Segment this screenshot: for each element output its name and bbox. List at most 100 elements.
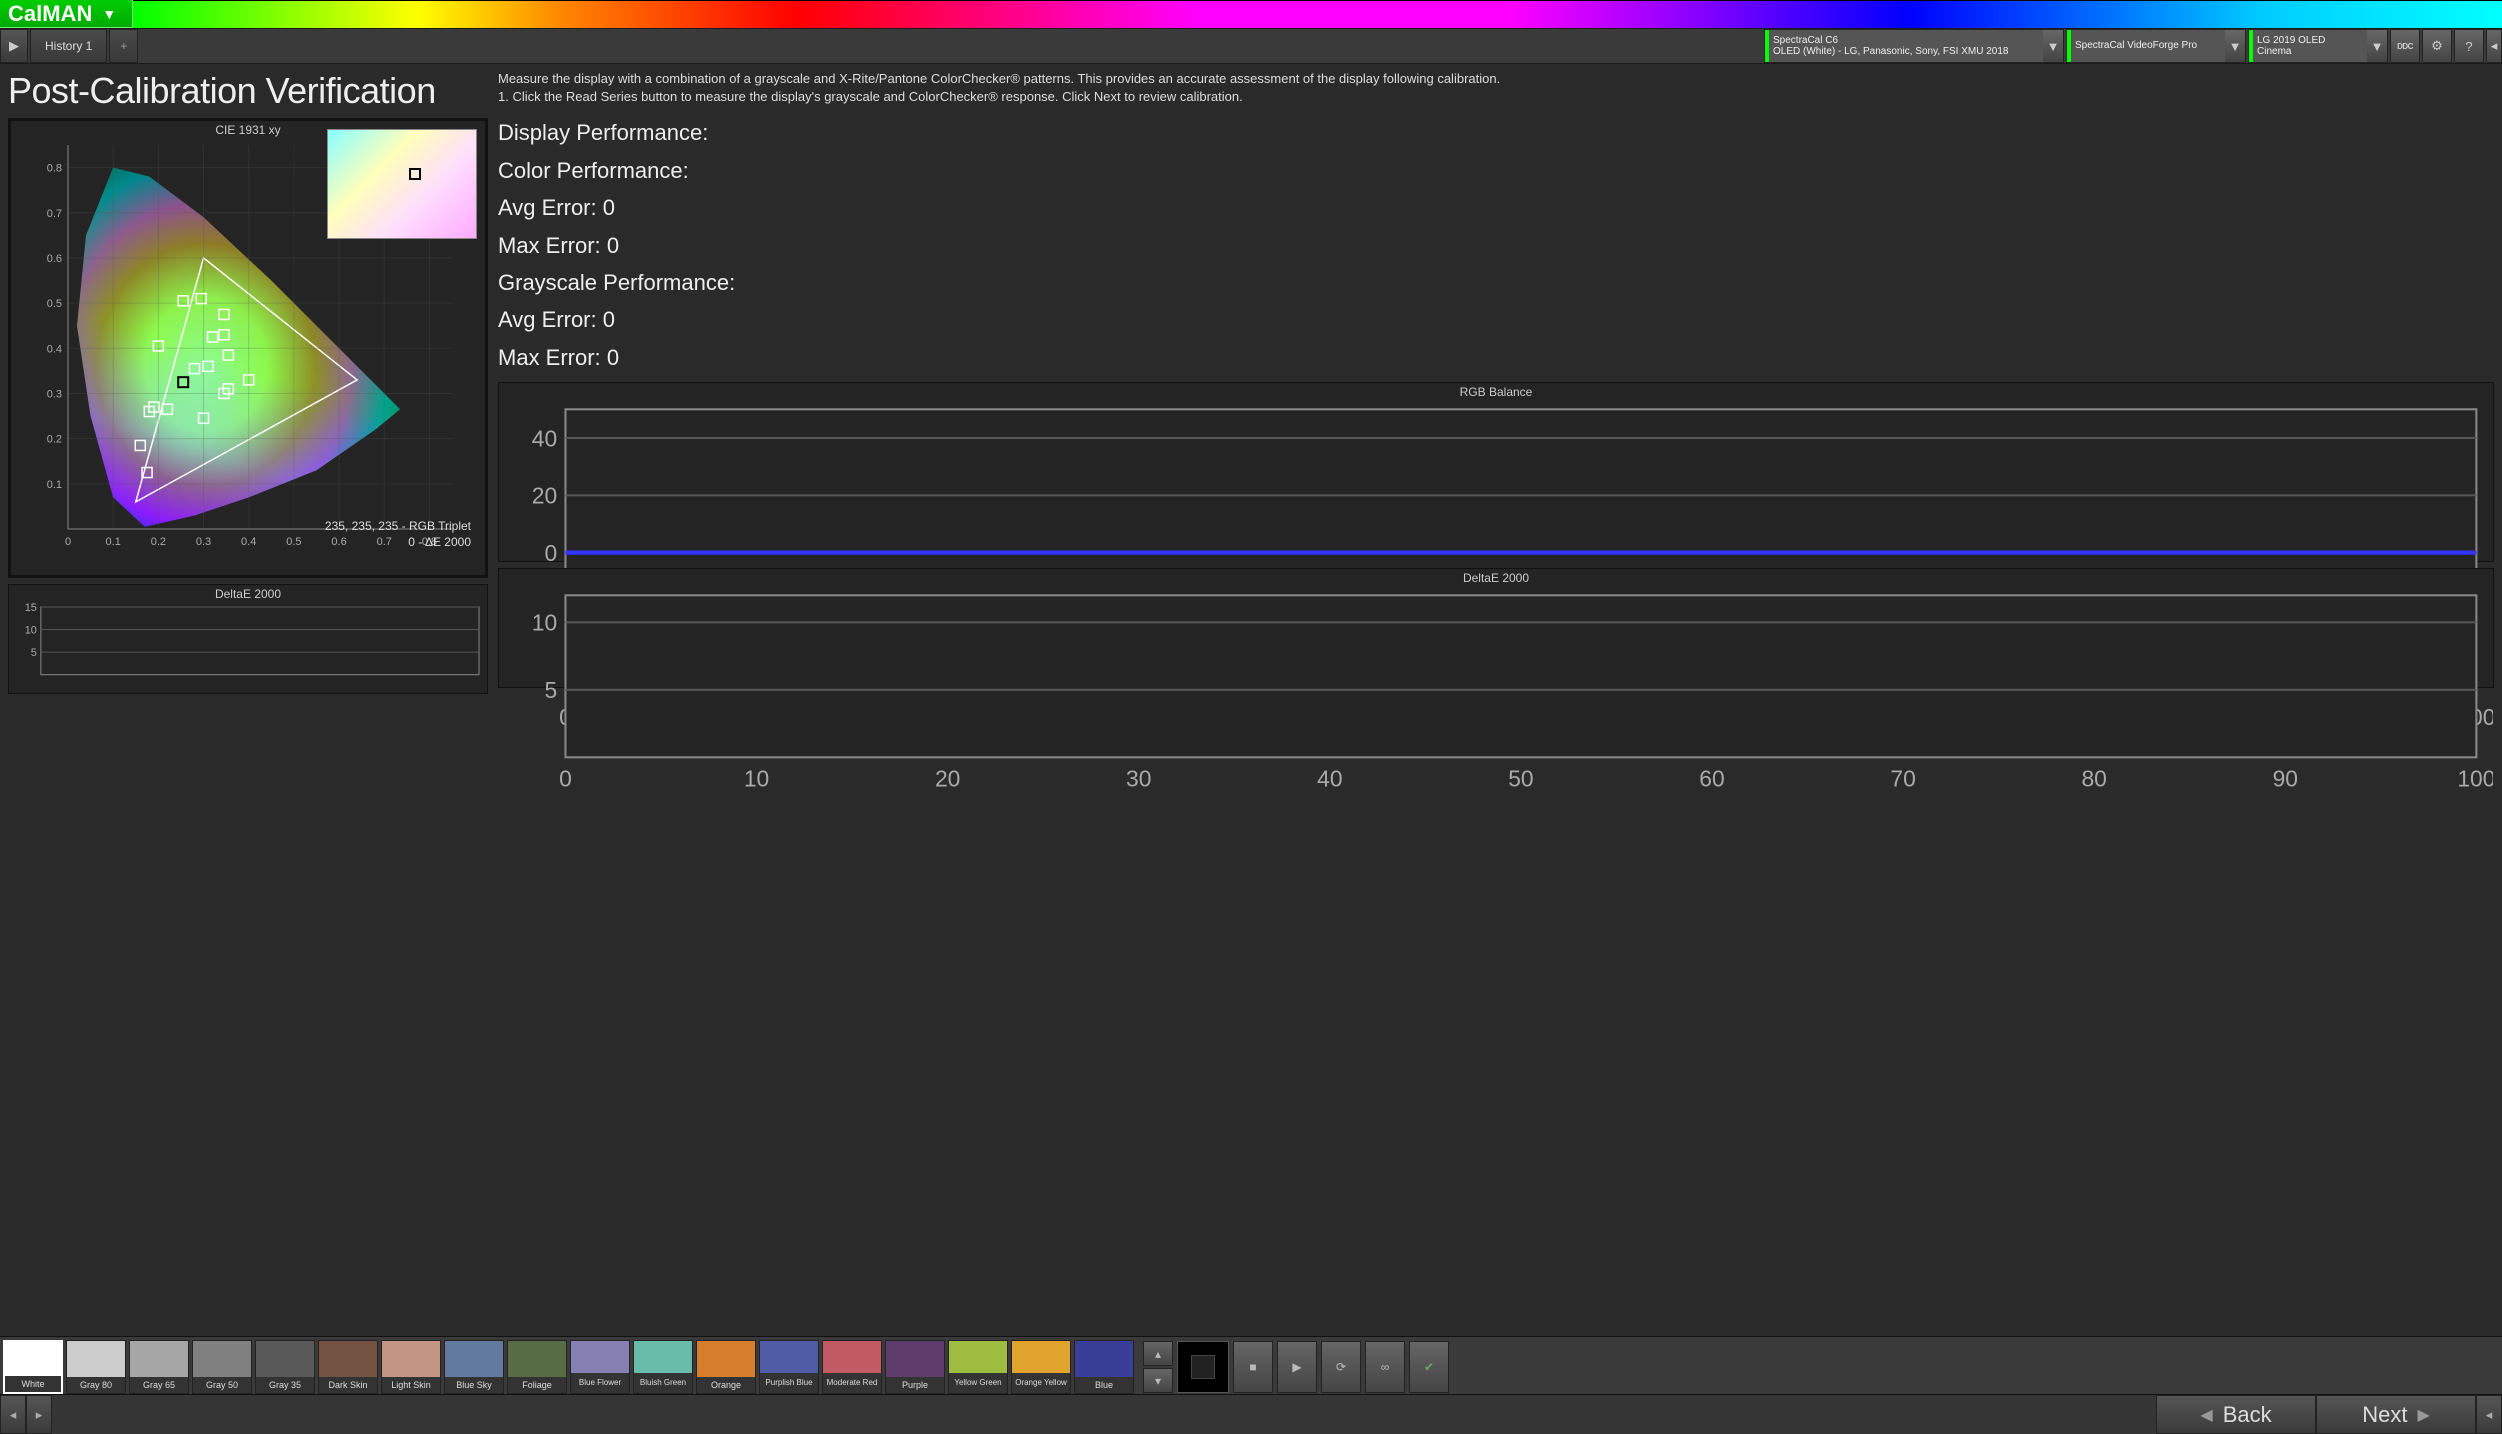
svg-text:0.1: 0.1 bbox=[47, 479, 62, 491]
gs-avg-error-value: 0 bbox=[603, 307, 615, 332]
swatch-label: Blue Flower bbox=[571, 1373, 629, 1393]
swatch-light-skin[interactable]: Light Skin bbox=[381, 1340, 441, 1394]
deltae-left-title: DeltaE 2000 bbox=[9, 585, 487, 603]
settings-button[interactable]: ⚙ bbox=[2422, 29, 2452, 63]
instructions-text: Measure the display with a combination o… bbox=[498, 70, 2494, 106]
swatch-label: Dark Skin bbox=[319, 1377, 377, 1393]
read-confirm-button[interactable]: ✔ bbox=[1409, 1341, 1449, 1393]
back-label: Back bbox=[2223, 1402, 2272, 1428]
svg-text:50: 50 bbox=[1508, 766, 1533, 792]
footer-collapse-button[interactable]: ◂ bbox=[2476, 1395, 2502, 1434]
swatch-orange[interactable]: Orange bbox=[696, 1340, 756, 1394]
chevron-down-icon: ▼ bbox=[2043, 30, 2063, 62]
svg-text:0: 0 bbox=[65, 536, 71, 548]
swatch-label: Gray 35 bbox=[256, 1377, 314, 1393]
read-continuous-button[interactable]: ∞ bbox=[1365, 1341, 1405, 1393]
metrics-block: Display Performance: Color Performance: … bbox=[498, 114, 2494, 376]
collapse-right-button[interactable]: ◂ bbox=[2486, 29, 2502, 63]
swatch-chip bbox=[130, 1341, 188, 1377]
swatch-chip bbox=[949, 1341, 1007, 1373]
swatch-yellow-green[interactable]: Yellow Green bbox=[948, 1340, 1008, 1394]
brand-menu[interactable]: CalMAN ▼ bbox=[0, 0, 133, 28]
back-button[interactable]: ◀ Back bbox=[2156, 1395, 2316, 1434]
swatch-gray-65[interactable]: Gray 65 bbox=[129, 1340, 189, 1394]
tab-history-label: History 1 bbox=[45, 39, 92, 53]
svg-text:20: 20 bbox=[532, 483, 557, 509]
ddc-button[interactable]: DDC bbox=[2390, 29, 2420, 63]
rainbow-bar bbox=[133, 0, 2502, 28]
swatch-gray-35[interactable]: Gray 35 bbox=[255, 1340, 315, 1394]
swatch-chip bbox=[760, 1341, 818, 1373]
swatch-blue-sky[interactable]: Blue Sky bbox=[444, 1340, 504, 1394]
stop-button[interactable]: ■ bbox=[1233, 1341, 1273, 1393]
brand-label: CalMAN bbox=[8, 1, 92, 27]
swatch-chip bbox=[382, 1341, 440, 1377]
svg-text:0.3: 0.3 bbox=[47, 388, 62, 400]
source-name: SpectraCal VideoForge Pro bbox=[2075, 40, 2221, 52]
swatch-orange-yellow[interactable]: Orange Yellow bbox=[1011, 1340, 1071, 1394]
read-single-button[interactable]: ▶ bbox=[1277, 1341, 1317, 1393]
scroll-down-button[interactable]: ▾ bbox=[1143, 1368, 1173, 1393]
read-series-button[interactable]: ⟳ bbox=[1321, 1341, 1361, 1393]
swatch-chip bbox=[445, 1341, 503, 1377]
swatch-chip bbox=[319, 1341, 377, 1377]
swatch-gray-80[interactable]: Gray 80 bbox=[66, 1340, 126, 1394]
pattern-preview bbox=[1177, 1341, 1229, 1393]
play-button[interactable]: ▶ bbox=[0, 29, 28, 63]
chevron-down-icon: ▼ bbox=[2225, 30, 2245, 62]
swatch-chip bbox=[1012, 1341, 1070, 1373]
swatch-chip bbox=[634, 1341, 692, 1373]
scroll-up-button[interactable]: ▴ bbox=[1143, 1341, 1173, 1366]
swatch-chip bbox=[508, 1341, 566, 1377]
display-perf-label: Display Performance: bbox=[498, 114, 2494, 151]
next-button[interactable]: Next ▶ bbox=[2316, 1395, 2476, 1434]
swatch-chip bbox=[697, 1341, 755, 1377]
cie-caption-rgb: 235, 235, 235 - RGB Triplet bbox=[325, 519, 471, 533]
meter-selector[interactable]: SpectraCal C6 OLED (White) - LG, Panason… bbox=[1764, 29, 2064, 63]
swatch-label: Gray 80 bbox=[67, 1377, 125, 1393]
page-title: Post-Calibration Verification bbox=[8, 70, 488, 112]
svg-text:0.6: 0.6 bbox=[331, 536, 346, 548]
meter-name: SpectraCal C6 bbox=[1773, 35, 2039, 47]
swatch-blue[interactable]: Blue bbox=[1074, 1340, 1134, 1394]
swatch-dark-skin[interactable]: Dark Skin bbox=[318, 1340, 378, 1394]
footer-prev-small[interactable]: ◂ bbox=[0, 1395, 26, 1434]
swatch-label: Purplish Blue bbox=[760, 1373, 818, 1393]
swatch-white[interactable]: White bbox=[3, 1340, 63, 1394]
swatch-bluish-green[interactable]: Bluish Green bbox=[633, 1340, 693, 1394]
cie-caption-de: 0 - ΔE 2000 bbox=[408, 535, 471, 549]
gs-max-error-label: Max Error: bbox=[498, 345, 601, 370]
swatch-purplish-blue[interactable]: Purplish Blue bbox=[759, 1340, 819, 1394]
avg-error-label: Avg Error: bbox=[498, 195, 597, 220]
swatch-chip bbox=[256, 1341, 314, 1377]
svg-text:0: 0 bbox=[559, 766, 572, 792]
svg-text:60: 60 bbox=[1699, 766, 1724, 792]
help-button[interactable]: ? bbox=[2454, 29, 2484, 63]
swatch-gray-50[interactable]: Gray 50 bbox=[192, 1340, 252, 1394]
max-error-value: 0 bbox=[607, 233, 619, 258]
swatch-label: Bluish Green bbox=[634, 1373, 692, 1393]
swatch-chip bbox=[571, 1341, 629, 1373]
svg-text:0.5: 0.5 bbox=[47, 298, 62, 310]
chevron-down-icon: ▼ bbox=[102, 6, 116, 22]
gear-icon: ⚙ bbox=[2431, 38, 2443, 54]
swatch-foliage[interactable]: Foliage bbox=[507, 1340, 567, 1394]
swatch-chip bbox=[67, 1341, 125, 1377]
swatch-label: Gray 50 bbox=[193, 1377, 251, 1393]
svg-text:70: 70 bbox=[1890, 766, 1915, 792]
meter-mode: OLED (White) - LG, Panasonic, Sony, FSI … bbox=[1773, 46, 2039, 58]
tab-add-button[interactable]: + bbox=[109, 29, 138, 63]
source-selector[interactable]: SpectraCal VideoForge Pro ▼ bbox=[2066, 29, 2246, 63]
svg-text:40: 40 bbox=[532, 425, 557, 451]
footer-next-small[interactable]: ▸ bbox=[26, 1395, 52, 1434]
swatch-label: Orange bbox=[697, 1377, 755, 1393]
tab-history[interactable]: History 1 bbox=[30, 29, 107, 63]
swatch-moderate-red[interactable]: Moderate Red bbox=[822, 1340, 882, 1394]
swatch-label: White bbox=[5, 1376, 61, 1392]
swatch-purple[interactable]: Purple bbox=[885, 1340, 945, 1394]
swatch-label: Blue bbox=[1075, 1377, 1133, 1393]
display-selector[interactable]: LG 2019 OLED Cinema ▼ bbox=[2248, 29, 2388, 63]
svg-text:90: 90 bbox=[2273, 766, 2298, 792]
svg-text:0.4: 0.4 bbox=[47, 343, 62, 355]
swatch-blue-flower[interactable]: Blue Flower bbox=[570, 1340, 630, 1394]
